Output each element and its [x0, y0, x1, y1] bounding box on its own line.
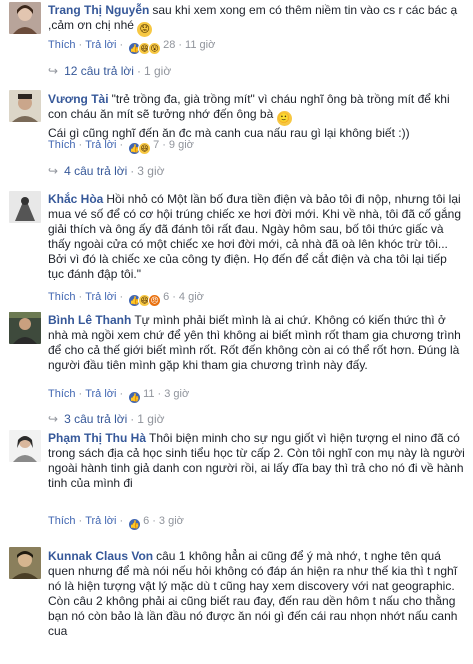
avatar[interactable] [9, 312, 41, 344]
avatar[interactable] [9, 191, 41, 223]
reply-arrow-icon: ↪ [48, 412, 59, 426]
haha-reaction-icon: 😆 [138, 142, 152, 155]
reply-link[interactable]: Trả lời [85, 291, 116, 303]
comment-actions: Thích · Trả lời · 👍😆 7 · 9 giờ [48, 138, 465, 156]
worried-emoji-icon: 😟 [137, 22, 153, 37]
comment-time[interactable]: 3 giờ [164, 388, 189, 400]
reply-arrow-icon: ↪ [48, 164, 59, 178]
comment-actions: Thích · Trả lời · 👍 11 · 3 giờ [48, 387, 465, 405]
comment-body: Bình Lê Thanh Tự mình phải biết mình là a… [48, 313, 465, 373]
replies-time: 3 giờ [137, 164, 165, 178]
comment-time[interactable]: 9 giờ [169, 139, 194, 151]
angry-reaction-icon: 😠 [148, 294, 162, 307]
replies-count: 3 câu trả lời [64, 412, 128, 426]
reactions-icon[interactable]: 👍 [128, 517, 142, 532]
reaction-count[interactable]: 6 [143, 515, 149, 527]
comment-body: Trang Thị Nguyễn sau khi xem xong em có t… [48, 3, 465, 37]
reply-link[interactable]: Trả lời [85, 515, 116, 527]
like-link[interactable]: Thích [48, 139, 76, 151]
reactions-icon[interactable]: 👍😆 😮 [128, 41, 162, 56]
reply-link[interactable]: Trả lời [85, 139, 116, 151]
commenter-name[interactable]: Phạm Thị Thu Hà [48, 431, 146, 445]
replies-count: 4 câu trả lời [64, 164, 128, 178]
reply-arrow-icon: ↪ [48, 64, 59, 78]
comment-feed: Trang Thị Nguyễn sau khi xem xong em có t… [0, 0, 473, 664]
like-link[interactable]: Thích [48, 515, 76, 527]
reaction-count[interactable]: 6 [163, 291, 169, 303]
reactions-icon[interactable]: 👍 [128, 390, 142, 405]
view-replies-link[interactable]: ↪ 4 câu trả lời · 3 giờ [48, 163, 165, 179]
commenter-name[interactable]: Trang Thị Nguyễn [48, 3, 149, 17]
view-replies-link[interactable]: ↪ 12 câu trả lời · 1 giờ [48, 63, 171, 79]
commenter-name[interactable]: Khắc Hòa [48, 192, 103, 206]
reaction-count[interactable]: 28 [163, 39, 175, 51]
avatar[interactable] [9, 430, 41, 462]
replies-count: 12 câu trả lời [64, 64, 134, 78]
reaction-count[interactable]: 11 [143, 388, 154, 400]
comment-actions: Thích · Trả lời · 👍😆 😠 6 · 4 giờ [48, 290, 465, 308]
like-link[interactable]: Thích [48, 39, 76, 51]
reaction-count[interactable]: 7 [153, 139, 159, 151]
like-reaction-icon: 👍 [128, 391, 142, 404]
comment-time[interactable]: 3 giờ [159, 515, 184, 527]
avatar[interactable] [9, 90, 41, 122]
reactions-icon[interactable]: 👍😆 [128, 141, 152, 156]
avatar[interactable] [9, 2, 41, 34]
like-link[interactable]: Thích [48, 291, 76, 303]
reply-link[interactable]: Trả lời [85, 388, 116, 400]
commenter-name[interactable]: Kunnak Claus Von [48, 549, 153, 563]
view-replies-link[interactable]: ↪ 3 câu trả lời · 1 giờ [48, 411, 165, 427]
comment-text: Hồi nhỏ có Một lần bố đưa tiền điện và b… [48, 192, 462, 281]
like-reaction-icon: 👍 [128, 518, 142, 531]
commenter-name[interactable]: Bình Lê Thanh [48, 313, 131, 327]
comment-body: Vương Tài "trẻ trồng đa, già trồng mít" v… [48, 92, 465, 141]
reply-link[interactable]: Trả lời [85, 39, 116, 51]
avatar[interactable] [9, 547, 41, 579]
comment-body: Khắc Hòa Hồi nhỏ có Một lần bố đưa tiền đ… [48, 192, 465, 282]
wow-reaction-icon: 😮 [148, 42, 162, 55]
comment-actions: Thích · Trả lời · 👍 6 · 3 giờ [48, 514, 465, 532]
replies-time: 1 giờ [143, 64, 172, 78]
like-link[interactable]: Thích [48, 388, 76, 400]
replies-time: 1 giờ [137, 412, 165, 426]
comment-time[interactable]: 11 giờ [185, 39, 215, 51]
reactions-icon[interactable]: 👍😆 😠 [128, 293, 162, 308]
comment-body: Kunnak Claus Von câu 1 không hẳn ai cũng … [48, 549, 465, 639]
smile-emoji-icon: 🙂 [276, 111, 292, 126]
comment-body: Phạm Thị Thu Hà Thôi biện minh cho sự ngu… [48, 431, 465, 491]
comment-time[interactable]: 4 giờ [179, 291, 204, 303]
commenter-name[interactable]: Vương Tài [48, 92, 109, 106]
comment-actions: Thích · Trả lời · 👍😆 😮 28 · 11 giờ [48, 38, 465, 56]
